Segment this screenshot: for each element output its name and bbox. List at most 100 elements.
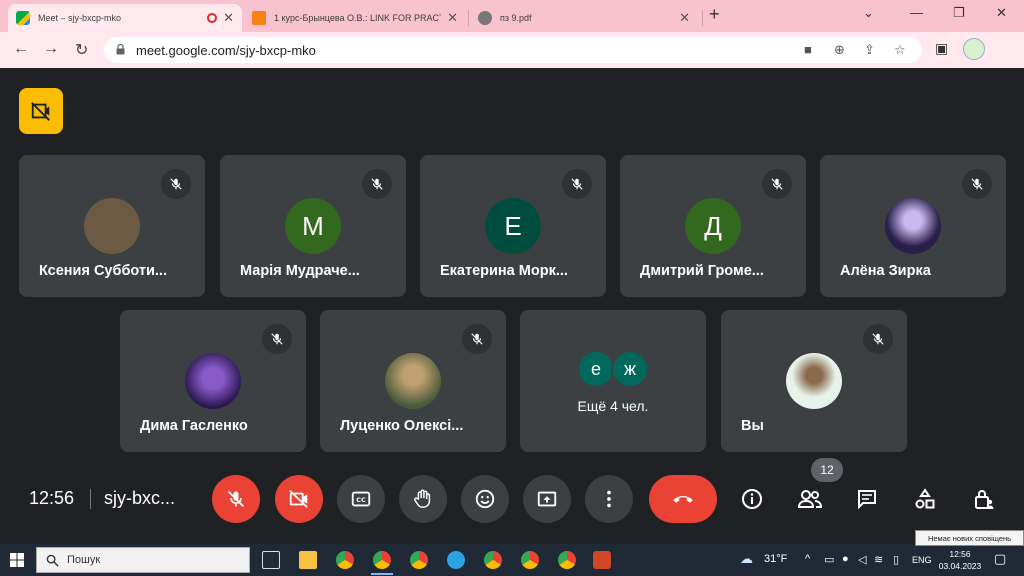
- participant-tile[interactable]: M Марія Мудраче...: [220, 155, 406, 297]
- notification-center-icon[interactable]: ▢: [994, 551, 1006, 567]
- mic-off-icon: [863, 324, 893, 354]
- chrome-profile-icon[interactable]: [558, 551, 576, 569]
- participant-name: Вы: [741, 418, 764, 434]
- url-text: meet.google.com/sjy-bxcp-mko: [136, 43, 316, 58]
- browser-toolbar: ← → ↻ meet.google.com/sjy-bxcp-mko ■ ⊕ ⇪…: [0, 32, 1024, 68]
- camera-icon[interactable]: ■: [804, 42, 812, 57]
- browser-tab-strip: Meet – sjy-bxcp-mko ✕ 1 курс-Брынцева О.…: [0, 0, 1024, 32]
- maximize-icon[interactable]: ❐: [953, 5, 965, 21]
- google-meet-icon: [16, 11, 30, 25]
- notifications-tooltip: Немає нових сповіщень: [915, 530, 1024, 546]
- participant-name: Луценко Олексі...: [340, 418, 464, 434]
- people-button[interactable]: [796, 485, 824, 513]
- reactions-button[interactable]: [461, 475, 509, 523]
- task-view-icon[interactable]: [262, 551, 280, 569]
- clock-date: 03.04.2023: [938, 561, 982, 571]
- new-tab-button[interactable]: +: [709, 4, 720, 25]
- chrome-profile-icon[interactable]: [410, 551, 428, 569]
- self-tile[interactable]: Вы: [721, 310, 907, 452]
- weather-cloud-icon: ☁: [740, 551, 753, 566]
- meeting-info-button[interactable]: [738, 485, 766, 513]
- tray-overflow-icon[interactable]: ^: [805, 553, 810, 565]
- tab-course[interactable]: 1 курс-Брынцева О.В.: LINK FOR PRACTICAL…: [244, 4, 466, 32]
- close-tab-icon[interactable]: ✕: [679, 10, 690, 26]
- chat-button[interactable]: [853, 485, 881, 513]
- back-arrow-icon[interactable]: ←: [13, 40, 29, 58]
- microphone-tray-icon[interactable]: ●: [842, 553, 849, 565]
- participant-tile[interactable]: E Екатерина Морк...: [420, 155, 606, 297]
- camera-off-icon: [289, 490, 308, 508]
- taskbar-clock[interactable]: 12:56 03.04.2023: [934, 548, 986, 572]
- participant-tile[interactable]: Дима Гасленко: [120, 310, 306, 452]
- mic-off-icon: [362, 169, 392, 199]
- more-options-button[interactable]: [585, 475, 633, 523]
- chat-icon: [858, 490, 876, 510]
- os-taskbar: Пошук ☁ 31°F ^ ▭ ● ◁ ≋ ▯ ENG 12:56 03.04…: [0, 544, 1024, 576]
- tab-meet[interactable]: Meet – sjy-bxcp-mko ✕: [8, 4, 242, 32]
- volume-icon[interactable]: ◁: [858, 553, 866, 566]
- leave-call-button[interactable]: [649, 475, 717, 523]
- tab-pdf[interactable]: пз 9.pdf ✕: [470, 4, 698, 32]
- mic-toggle-button[interactable]: [212, 475, 260, 523]
- weather-temperature[interactable]: 31°F: [764, 553, 787, 565]
- file-explorer-icon[interactable]: [299, 551, 317, 569]
- chrome-profile-icon[interactable]: [521, 551, 539, 569]
- host-notice-button[interactable]: [19, 88, 63, 134]
- chrome-icon[interactable]: [336, 551, 354, 569]
- powerpoint-icon[interactable]: [593, 551, 611, 569]
- participant-tile[interactable]: Алёна Зирка: [820, 155, 1006, 297]
- more-participants-tile[interactable]: е ж Ещё 4 чел.: [520, 310, 706, 452]
- avatar: M: [285, 198, 341, 254]
- moodle-icon: [252, 11, 266, 25]
- participant-name: Дима Гасленко: [140, 418, 248, 434]
- reload-icon[interactable]: ↻: [75, 40, 88, 60]
- battery-icon[interactable]: ▯: [893, 553, 899, 566]
- avatar: [885, 198, 941, 254]
- taskbar-search-box[interactable]: Пошук: [36, 547, 250, 573]
- chrome-profile-icon[interactable]: [373, 551, 391, 569]
- chrome-profile-icon[interactable]: [484, 551, 502, 569]
- close-window-icon[interactable]: ✕: [996, 5, 1007, 21]
- windows-start-icon[interactable]: [10, 553, 24, 567]
- captions-button[interactable]: CC: [337, 475, 385, 523]
- mic-off-icon: [227, 490, 245, 508]
- profile-avatar[interactable]: [963, 38, 985, 60]
- mic-off-icon: [262, 324, 292, 354]
- network-icon[interactable]: ≋: [874, 553, 883, 566]
- divider: [90, 489, 91, 509]
- more-vert-icon: [607, 490, 611, 508]
- camera-toggle-button[interactable]: [275, 475, 323, 523]
- activities-button[interactable]: [911, 485, 939, 513]
- mic-off-icon: [962, 169, 992, 199]
- host-controls-button[interactable]: [970, 485, 998, 513]
- tab-search-chevron-icon[interactable]: ⌄: [863, 5, 874, 21]
- close-tab-icon[interactable]: ✕: [447, 10, 458, 26]
- telegram-icon[interactable]: [447, 551, 465, 569]
- participant-name: Марія Мудраче...: [240, 263, 360, 279]
- zoom-icon[interactable]: ⊕: [834, 42, 845, 58]
- avatar: [385, 353, 441, 409]
- tab-title: 1 курс-Брынцева О.В.: LINK FOR PRACTICAL: [274, 13, 441, 23]
- participant-tile[interactable]: Д Дмитрий Громе...: [620, 155, 806, 297]
- participant-tile[interactable]: Ксения Субботи...: [19, 155, 205, 297]
- meet-tray-icon[interactable]: ▭: [824, 553, 834, 566]
- language-indicator[interactable]: ENG: [912, 555, 932, 565]
- search-placeholder: Пошук: [67, 554, 101, 566]
- people-icon: [797, 490, 823, 508]
- share-icon[interactable]: ⇪: [864, 42, 875, 58]
- participant-tile[interactable]: Луценко Олексі...: [320, 310, 506, 452]
- participant-name: Алёна Зирка: [840, 263, 931, 279]
- mini-avatar: е: [577, 350, 615, 388]
- present-screen-button[interactable]: [523, 475, 571, 523]
- close-tab-icon[interactable]: ✕: [223, 10, 234, 26]
- meeting-clock: 12:56: [29, 488, 75, 508]
- raise-hand-button[interactable]: [399, 475, 447, 523]
- address-bar[interactable]: meet.google.com/sjy-bxcp-mko ■ ⊕ ⇪ ☆: [104, 37, 922, 63]
- side-panel-icon[interactable]: ▣: [935, 40, 948, 57]
- closed-captions-icon: CC: [351, 491, 371, 507]
- forward-arrow-icon[interactable]: →: [43, 40, 59, 58]
- minimize-icon[interactable]: —: [910, 5, 923, 20]
- search-icon: [46, 554, 59, 567]
- lock-person-icon: [975, 490, 994, 509]
- bookmark-star-icon[interactable]: ☆: [894, 42, 906, 58]
